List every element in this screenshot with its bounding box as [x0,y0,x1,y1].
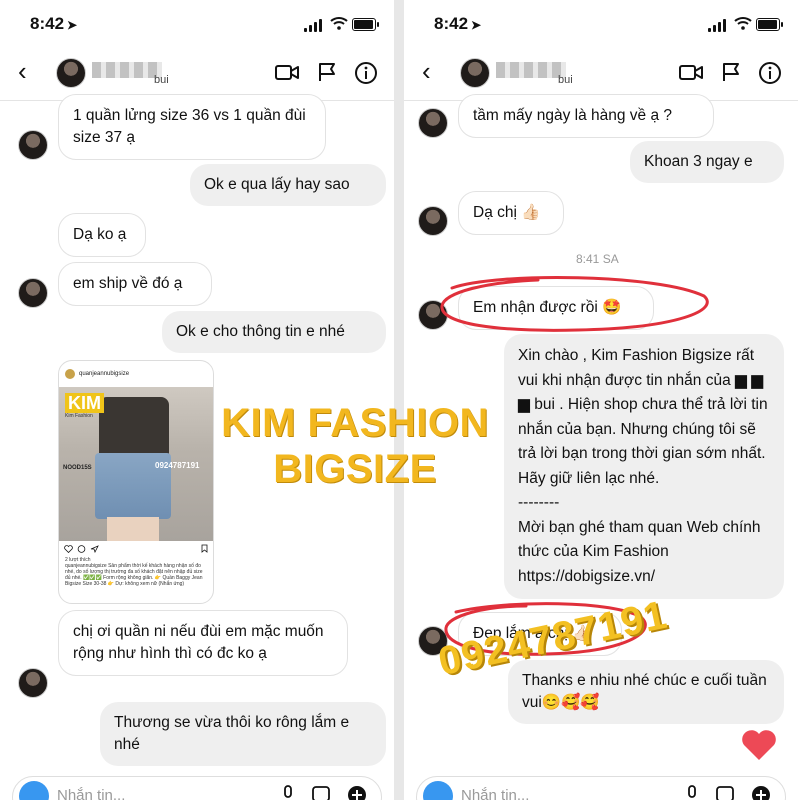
post-brand-logo: KIM [65,393,104,413]
sender-avatar [18,668,48,698]
video-call-icon[interactable] [274,61,300,83]
message-timestamp: 8:41 SA [576,252,619,266]
gallery-icon[interactable] [311,785,331,800]
contact-name-suffix: bui [558,74,573,86]
composer-placeholder[interactable]: Nhắn tin... [57,787,125,800]
comment-icon[interactable] [77,545,86,553]
message-incoming[interactable]: 1 quần lửng size 36 vs 1 quần đùi size 3… [58,94,326,160]
name-redaction [496,62,566,78]
camera-icon[interactable] [19,781,49,800]
message-composer[interactable]: Nhắn tin... [12,776,382,800]
flag-icon[interactable] [720,61,742,83]
post-actions [59,541,213,557]
bookmark-icon[interactable] [201,544,208,553]
like-heart-icon[interactable] [740,728,778,762]
post-header: quanjeannubigsize [59,361,213,387]
signal-icon [304,18,324,32]
back-icon[interactable]: ‹ [422,58,431,84]
status-time: 8:42 ➤ [434,14,482,33]
message-outgoing[interactable]: Ok e cho thông tin e nhé [162,311,386,353]
post-brand-sub: Kim Fashion [65,413,93,419]
battery-icon [756,18,783,31]
status-bar: 8:42 ➤ [404,0,798,46]
wifi-icon [734,17,752,30]
brand-watermark-line2: BIGSIZE [273,447,437,491]
message-incoming[interactable]: chị ơi quần ni nếu đùi em mặc muốn rộng … [58,610,348,676]
post-account-name[interactable]: quanjeannubigsize [79,371,129,377]
heart-outline-icon[interactable] [64,545,73,553]
gallery-icon[interactable] [715,785,735,800]
chat-header: ‹ bui [404,46,798,101]
shared-post[interactable]: quanjeannubigsize KIM Kim Fashion NOOD15… [58,360,214,604]
camera-icon[interactable] [423,781,453,800]
message-incoming[interactable]: tầm mấy ngày là hàng về ạ ? [458,94,714,138]
post-product-code: NOOD15S [63,465,92,471]
back-icon[interactable]: ‹ [18,58,27,84]
name-redaction [92,62,162,78]
post-photo[interactable]: KIM Kim Fashion NOOD15S 0924787191 [59,387,213,541]
message-incoming[interactable]: Dạ ko ạ [58,213,146,257]
sender-avatar [418,300,448,330]
contact-name[interactable]: bui [92,60,176,86]
message-composer[interactable]: Nhắn tin... [416,776,786,800]
microphone-icon[interactable] [685,785,699,800]
microphone-icon[interactable] [281,785,295,800]
auto-reply-message[interactable]: Xin chào , Kim Fashion Bigsize rất vui k… [504,334,784,599]
message-outgoing[interactable]: Thanks e nhiu nhé chúc e cuối tuần vui😊🥰… [508,660,784,724]
info-icon[interactable] [758,61,782,85]
contact-name[interactable]: bui [496,60,580,86]
model-legs [107,517,159,541]
sender-avatar [418,108,448,138]
status-bar: 8:42 ➤ [0,0,394,46]
message-incoming[interactable]: Em nhận được rồi 🤩 [458,286,654,330]
add-icon[interactable] [751,785,771,800]
signal-icon [708,18,728,32]
message-outgoing[interactable]: Ok e qua lấy hay sao [190,164,386,206]
brand-watermark: KIM FASHION BIGSIZE [205,400,505,492]
brand-watermark-line1: KIM FASHION [221,401,489,445]
info-icon[interactable] [354,61,378,85]
post-caption: quanjeannubigsize Sản phẩm thời kế khách… [65,563,203,587]
sender-avatar [18,278,48,308]
contact-name-suffix: bui [154,74,169,86]
video-call-icon[interactable] [678,61,704,83]
message-incoming[interactable]: Dạ chị 👍🏻 [458,191,564,235]
contact-avatar[interactable] [460,58,490,88]
add-icon[interactable] [347,785,367,800]
message-incoming[interactable]: em ship về đó ạ [58,262,212,306]
post-account-avatar [65,369,75,379]
sender-avatar [418,206,448,236]
wifi-icon [330,17,348,30]
post-phone: 0924787191 [155,461,200,470]
share-icon[interactable] [90,545,99,553]
sender-avatar [18,130,48,160]
message-outgoing[interactable]: Khoan 3 ngay e [630,141,784,183]
flag-icon[interactable] [316,61,338,83]
model-torso [99,397,169,457]
status-time: 8:42 ➤ [30,14,78,33]
chat-header: ‹ bui [0,46,394,101]
message-outgoing[interactable]: Thương se vừa thôi ko rông lắm e nhé [100,702,386,766]
battery-icon [352,18,379,31]
composer-placeholder[interactable]: Nhắn tin... [461,787,529,800]
contact-avatar[interactable] [56,58,86,88]
